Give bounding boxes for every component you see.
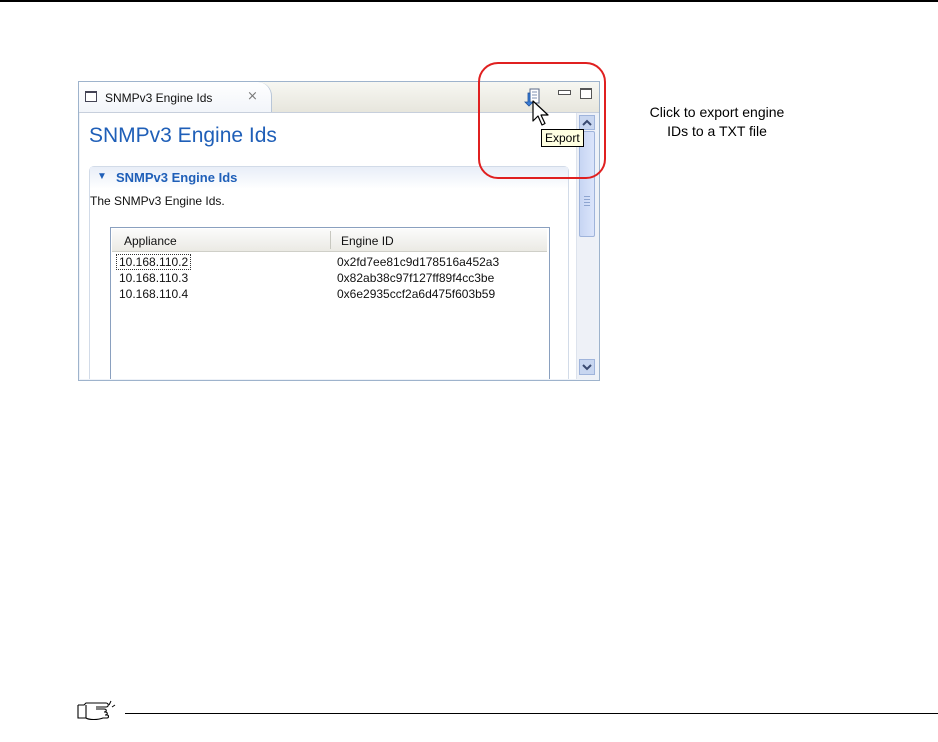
engine-ids-table[interactable]: Appliance Engine ID 10.168.110.2 0x2fd7e… [110,227,550,379]
cell-appliance: 10.168.110.4 [119,287,189,301]
highlight-circle [478,62,606,179]
table-row[interactable]: 10.168.110.2 0x2fd7ee81c9d178516a452a3 [111,254,549,270]
table-row[interactable]: 10.168.110.3 0x82ab38c97f127ff89f4cc3be [111,270,549,286]
engine-ids-section: ▼ SNMPv3 Engine Ids The SNMPv3 Engine Id… [89,166,569,379]
section-description: The SNMPv3 Engine Ids. [90,194,225,208]
cell-engine-id: 0x2fd7ee81c9d178516a452a3 [337,255,500,269]
annotation-callout: Click to export engine IDs to a TXT file [627,103,807,141]
column-separator[interactable] [330,231,331,249]
form-title: SNMPv3 Engine Ids [89,124,277,147]
table-body: 10.168.110.2 0x2fd7ee81c9d178516a452a3 1… [111,254,549,302]
note-rule [125,713,938,714]
tab-label: SNMPv3 Engine Ids [105,91,213,105]
grip-line [584,196,590,197]
callout-line-1: Click to export engine [649,104,785,120]
collapse-triangle-icon[interactable]: ▼ [97,171,107,182]
scroll-down-button[interactable] [579,359,595,375]
grip-line [584,202,590,203]
cell-engine-id: 0x82ab38c97f127ff89f4cc3be [337,271,495,285]
cell-appliance: 10.168.110.2 [115,254,192,270]
close-icon[interactable]: ⨯ [247,88,258,104]
page-top-rule [0,0,938,2]
view-window-icon [85,91,97,102]
grip-line [584,199,590,200]
tab-snmpv3-engine-ids[interactable]: SNMPv3 Engine Ids ⨯ [79,82,272,112]
callout-line-2: IDs to a TXT file [667,123,767,139]
table-header: Appliance Engine ID [112,229,547,252]
cell-engine-id: 0x6e2935ccf2a6d475f603b59 [337,287,496,301]
grip-line [584,205,590,206]
cell-appliance: 10.168.110.3 [119,271,189,285]
column-header-engine-id[interactable]: Engine ID [341,234,394,248]
table-row[interactable]: 10.168.110.4 0x6e2935ccf2a6d475f603b59 [111,286,549,302]
pointing-hand-icon [77,700,116,721]
column-header-appliance[interactable]: Appliance [124,234,177,248]
section-title: SNMPv3 Engine Ids [116,170,238,185]
chevron-down-icon [582,364,592,371]
